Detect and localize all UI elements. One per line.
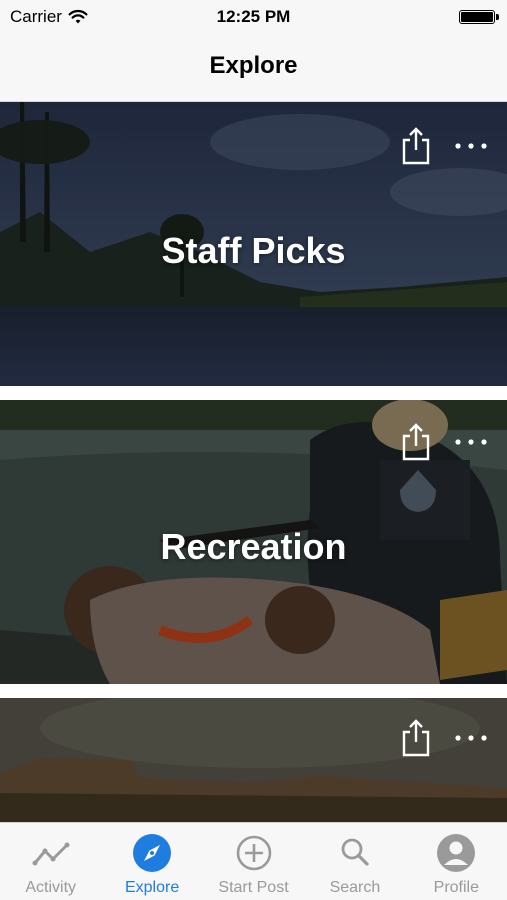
search-icon <box>341 838 369 866</box>
share-icon[interactable] <box>399 126 433 166</box>
explore-feed[interactable]: Staff Picks Recreation <box>0 102 507 822</box>
tab-search[interactable]: Search <box>304 823 405 900</box>
status-time: 12:25 PM <box>216 7 291 26</box>
more-icon[interactable] <box>453 728 489 748</box>
battery-tip <box>496 14 499 20</box>
card-image-cliffs <box>0 698 507 822</box>
tab-label: Profile <box>433 879 479 896</box>
page-title: Explore <box>209 52 298 79</box>
status-bar: Carrier 12:25 PM <box>0 0 507 34</box>
share-icon[interactable] <box>399 422 433 462</box>
activity-icon <box>32 842 70 866</box>
card-title: Recreation <box>160 526 347 567</box>
navigation-bar: Explore <box>0 34 507 102</box>
tab-profile[interactable]: Profile <box>406 823 507 900</box>
tab-label: Activity <box>25 879 77 896</box>
share-icon[interactable] <box>399 718 433 758</box>
battery-fill <box>461 12 493 22</box>
more-icon[interactable] <box>453 432 489 452</box>
collection-card-staff-picks[interactable]: Staff Picks <box>0 102 507 386</box>
tab-explore[interactable]: Explore <box>101 823 202 900</box>
tab-bar: Activity Explore Start Post Search Profi… <box>0 822 507 900</box>
collection-card-3[interactable] <box>0 698 507 822</box>
tab-activity[interactable]: Activity <box>0 823 101 900</box>
battery-icon <box>459 10 499 24</box>
profile-icon <box>437 834 476 872</box>
tab-label: Start Post <box>218 879 289 896</box>
collection-card-recreation[interactable]: Recreation <box>0 400 507 684</box>
compass-icon <box>133 834 172 872</box>
more-icon[interactable] <box>453 136 489 156</box>
card-title: Staff Picks <box>161 230 346 271</box>
tab-start-post[interactable]: Start Post <box>203 823 304 900</box>
tab-label: Search <box>329 879 381 896</box>
plus-circle-icon <box>236 835 271 871</box>
tab-label: Explore <box>124 879 180 896</box>
